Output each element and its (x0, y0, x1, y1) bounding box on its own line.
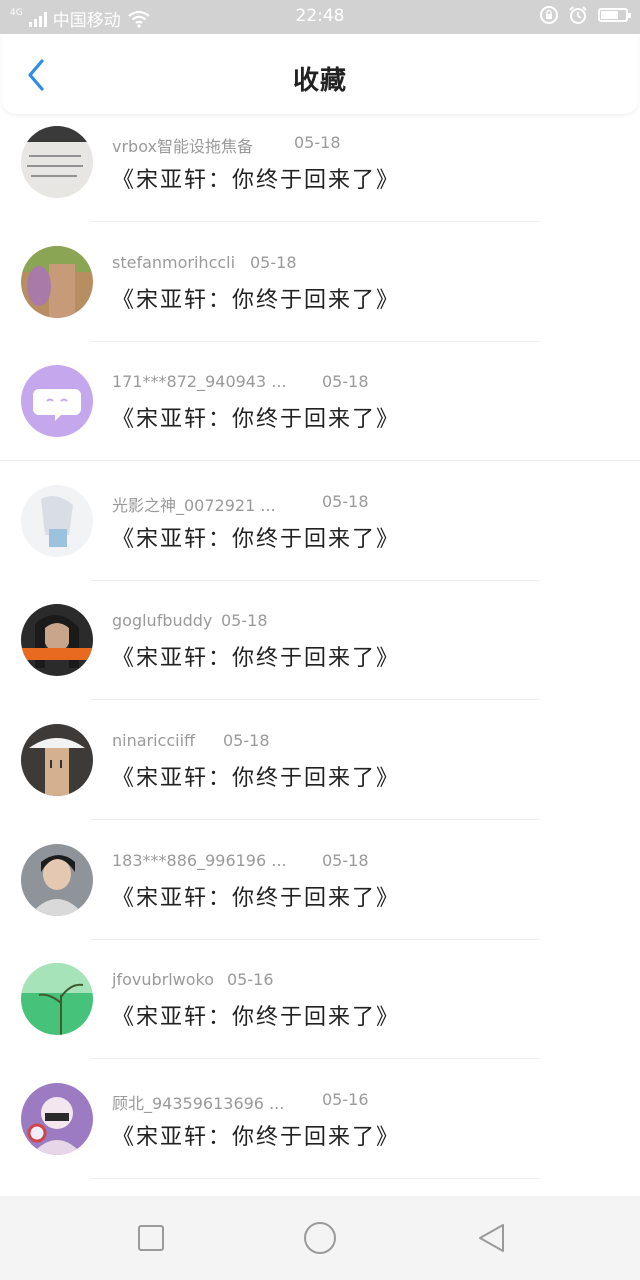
list-item[interactable]: 光影之神_0072921 ... 05-18 《宋亚轩：你终于回来了》 (0, 479, 640, 599)
avatar (21, 1082, 93, 1155)
item-title[interactable]: 《宋亚轩：你终于回来了》 (112, 521, 400, 553)
divider (90, 699, 540, 701)
status-right (540, 5, 631, 25)
list-item[interactable]: vrbox智能设拖焦备 05-18 《宋亚轩：你终于回来了》 (0, 120, 640, 240)
item-username: 171***872_940943 ... (112, 372, 287, 392)
alarm-icon (569, 6, 587, 24)
item-meta: jfovubrlwoko 05-16 (112, 970, 274, 990)
item-date: 05-16 (322, 1089, 369, 1109)
item-username: jfovubrlwoko (112, 970, 215, 990)
item-username: 光影之神_0072921 ... (112, 495, 276, 515)
home-button[interactable] (300, 1218, 340, 1258)
item-date: 05-18 (322, 491, 369, 511)
divider (90, 1058, 540, 1060)
list-item[interactable]: ninaricciiff 05-18 《宋亚轩：你终于回来了》 (0, 718, 640, 838)
list-item[interactable]: 171***872_940943 ... 05-18 《宋亚轩：你终于回来了》 (0, 359, 640, 479)
item-date: 05-18 (322, 372, 369, 392)
item-date: 05-18 (322, 850, 369, 870)
avatar (21, 963, 93, 1036)
page-title: 收藏 (292, 66, 347, 96)
item-meta: 183***886_996196 ... 05-18 (112, 850, 369, 870)
item-meta: stefanmorihccli 05-18 (112, 252, 297, 272)
item-meta: ninaricciiff 05-18 (112, 730, 270, 750)
item-meta: 171***872_940943 ... 05-18 (112, 372, 369, 392)
list-item[interactable]: jfovubrlwoko 05-16 《宋亚轩：你终于回来了》 (0, 957, 640, 1077)
avatar (21, 723, 93, 796)
back-icon (479, 1224, 504, 1252)
item-title[interactable]: 《宋亚轩：你终于回来了》 (112, 282, 400, 314)
divider (90, 1177, 540, 1179)
item-date: 05-16 (227, 970, 274, 990)
avatar (21, 126, 93, 198)
divider (90, 818, 540, 820)
list-item[interactable]: goglufbuddy 05-18 《宋亚轩：你终于回来了》 (0, 598, 640, 718)
status-bar: 4G 中国移动 22:48 (0, 0, 640, 34)
item-username: stefanmorihccli (112, 252, 236, 272)
item-meta: 光影之神_0072921 ... 05-18 (112, 492, 369, 516)
avatar (21, 365, 93, 438)
divider (0, 460, 640, 462)
item-meta: 顾北_94359613696 ... 05-16 (112, 1090, 369, 1114)
list-item[interactable]: 顾北_94359613696 ... 05-16 《宋亚轩：你终于回来了》 (0, 1077, 640, 1197)
item-title[interactable]: 《宋亚轩：你终于回来了》 (112, 760, 400, 792)
recent-apps-icon (138, 1225, 164, 1251)
item-date: 05-18 (223, 730, 270, 750)
item-username: 183***886_996196 ... (112, 850, 287, 870)
item-username: vrbox智能设拖焦备 (112, 137, 253, 156)
divider (90, 340, 540, 342)
item-meta: vrbox智能设拖焦备 05-18 (112, 133, 341, 157)
item-title[interactable]: 《宋亚轩：你终于回来了》 (112, 1119, 400, 1151)
item-title[interactable]: 《宋亚轩：你终于回来了》 (112, 640, 400, 672)
avatar (21, 245, 93, 318)
item-title[interactable]: 《宋亚轩：你终于回来了》 (112, 401, 400, 433)
item-date: 05-18 (250, 252, 297, 272)
divider (90, 938, 540, 940)
avatar (21, 604, 93, 677)
item-date: 05-18 (294, 133, 341, 152)
divider (90, 221, 540, 222)
avatar (21, 843, 93, 916)
list-item[interactable]: stefanmorihccli 05-18 《宋亚轩：你终于回来了》 (0, 240, 640, 360)
item-date: 05-18 (221, 611, 268, 631)
favorites-list: vrbox智能设拖焦备 05-18 《宋亚轩：你终于回来了》 stefanmor… (0, 120, 640, 1196)
divider (90, 579, 540, 581)
item-title[interactable]: 《宋亚轩：你终于回来了》 (112, 999, 400, 1031)
item-meta: goglufbuddy 05-18 (112, 611, 268, 631)
battery-icon (598, 8, 631, 22)
item-title[interactable]: 《宋亚轩：你终于回来了》 (112, 880, 400, 912)
item-username: ninaricciiff (112, 730, 196, 750)
item-title[interactable]: 《宋亚轩：你终于回来了》 (112, 162, 400, 194)
item-username: 顾北_94359613696 ... (112, 1093, 285, 1113)
recent-apps-button[interactable] (131, 1218, 171, 1258)
rotation-lock-icon (540, 6, 558, 24)
list-item[interactable]: 183***886_996196 ... 05-18 《宋亚轩：你终于回来了》 (0, 838, 640, 958)
avatar (21, 484, 93, 557)
navigation-bar (0, 1196, 640, 1280)
item-username: goglufbuddy (112, 611, 213, 631)
home-icon (304, 1222, 336, 1254)
header: 收藏 (2, 34, 638, 114)
back-nav-button[interactable] (472, 1218, 512, 1258)
